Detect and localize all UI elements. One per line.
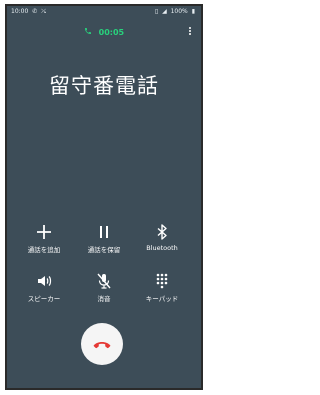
call-timer: 00:05 (7, 27, 201, 37)
bluetooth-icon (153, 223, 171, 241)
keypad-button[interactable]: キーパッド (129, 272, 195, 303)
end-call-icon (93, 335, 111, 354)
status-bar: 10:00 ✆ ⤯ ▯ ◢ 100% ▮ (7, 6, 201, 18)
bluetooth-label: Bluetooth (146, 244, 178, 252)
hold-call-button[interactable]: 通話を保留 (71, 223, 137, 254)
keypad-label: キーパッド (145, 295, 179, 303)
missed-call-icon: ⤯ (41, 8, 46, 15)
call-duration: 00:05 (98, 28, 125, 37)
bluetooth-button[interactable]: Bluetooth (129, 223, 195, 252)
end-call-button[interactable] (81, 323, 123, 365)
signal-icon: ◢ (162, 8, 167, 15)
vibrate-icon: ▯ (154, 8, 159, 15)
speaker-label: スピーカー (27, 295, 61, 303)
plus-icon (35, 223, 53, 241)
phone-screen: 10:00 ✆ ⤯ ▯ ◢ 100% ▮ 00:05 留守番電話 通話を追加 通… (5, 4, 203, 390)
add-call-label: 通話を追加 (27, 246, 61, 254)
pause-icon (95, 223, 113, 241)
status-left: 10:00 ✆ ⤯ (11, 6, 48, 18)
speaker-icon (35, 272, 53, 290)
call-phone-icon (84, 27, 92, 37)
phone-icon: ✆ (32, 8, 38, 15)
battery-percent: 100% (170, 8, 188, 15)
more-options-icon[interactable] (187, 26, 193, 38)
mute-mic-icon (95, 272, 113, 290)
keypad-icon (153, 272, 171, 290)
hold-call-label: 通話を保留 (87, 246, 121, 254)
call-title: 留守番電話 (49, 74, 159, 98)
status-time: 10:00 (11, 8, 29, 15)
add-call-button[interactable]: 通話を追加 (11, 223, 77, 254)
mute-label: 消音 (97, 295, 111, 303)
status-right: ▯ ◢ 100% ▮ (155, 6, 197, 18)
speaker-button[interactable]: スピーカー (11, 272, 77, 303)
mute-button[interactable]: 消音 (71, 272, 137, 303)
battery-icon: ▮ (191, 8, 195, 15)
